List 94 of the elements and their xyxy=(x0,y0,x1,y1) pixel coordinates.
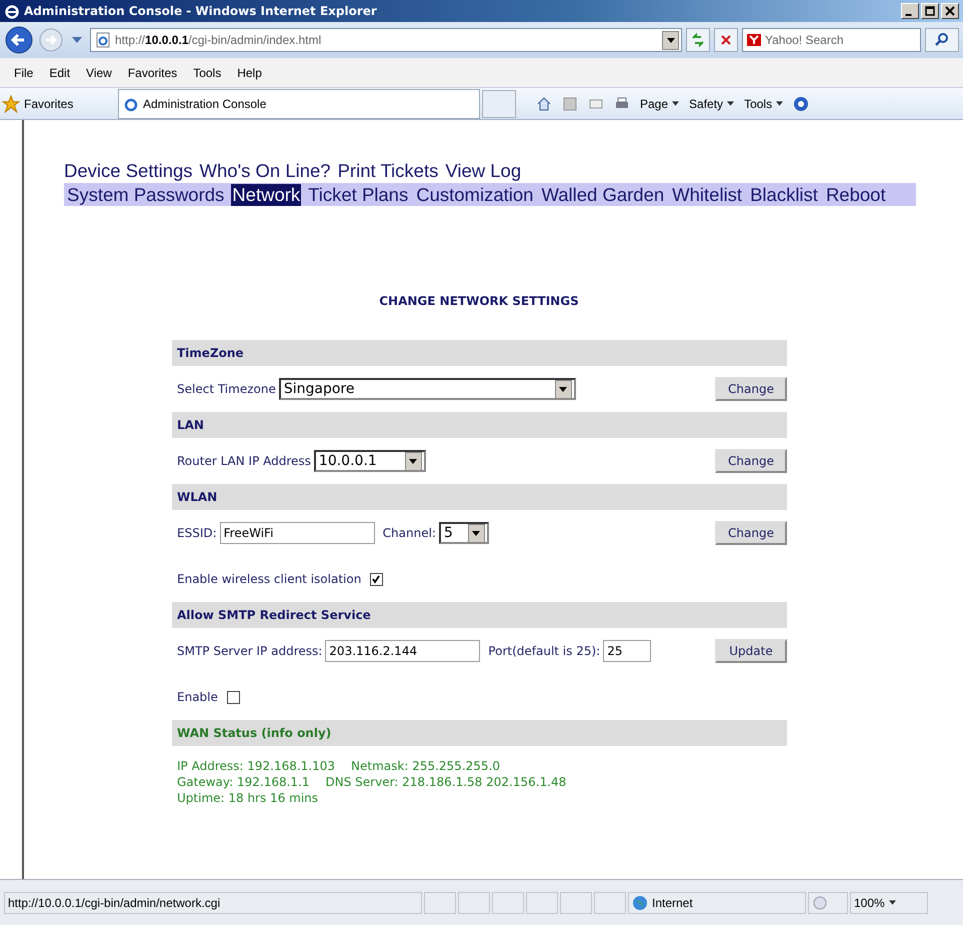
field-label: Router LAN IP Address xyxy=(177,454,311,468)
status-panel xyxy=(594,892,626,914)
action-button[interactable]: Update xyxy=(715,639,787,663)
menu-item[interactable]: Tools xyxy=(193,66,222,80)
nav-link[interactable]: Device Settings xyxy=(64,160,193,183)
search-icon xyxy=(934,32,950,48)
menu-item[interactable]: File xyxy=(14,66,34,80)
caret-icon xyxy=(776,101,784,106)
page-heading: CHANGE NETWORK SETTINGS xyxy=(378,294,580,308)
caret-icon xyxy=(888,900,896,905)
field-label: Enable wireless client isolation xyxy=(177,572,362,586)
menu-item[interactable]: View xyxy=(86,66,112,80)
field-label: Enable xyxy=(177,690,218,704)
search-button[interactable] xyxy=(925,28,959,52)
section-header: Allow SMTP Redirect Service xyxy=(172,602,787,628)
close-icon xyxy=(944,5,956,17)
field-label: Channel: xyxy=(382,526,436,540)
zoom-level[interactable]: 100% xyxy=(850,892,928,914)
action-button[interactable]: Change xyxy=(715,449,787,473)
minimize-icon xyxy=(905,14,912,16)
nav-tab[interactable]: Blacklist xyxy=(749,184,819,206)
dropdown-arrow-icon[interactable] xyxy=(72,37,82,43)
nav-tab[interactable]: Whitelist xyxy=(671,184,744,206)
nav-link[interactable]: Who's On Line? xyxy=(200,160,331,183)
field-label: ESSID: xyxy=(177,526,217,540)
checkbox[interactable] xyxy=(370,572,384,586)
stop-button[interactable] xyxy=(714,28,738,52)
input-field[interactable]: FreeWiFi xyxy=(220,522,375,544)
field-label: Select Timezone xyxy=(177,382,276,396)
browser-tab[interactable]: Administration Console xyxy=(118,89,480,119)
close-button[interactable] xyxy=(941,3,959,19)
star-icon xyxy=(2,94,20,112)
command-menu[interactable]: Safety xyxy=(689,96,734,110)
home-icon[interactable] xyxy=(536,96,552,112)
caret-icon xyxy=(672,101,680,106)
section-header: WAN Status (info only) xyxy=(172,720,787,746)
status-url: http://10.0.0.1/cgi-bin/admin/network.cgi xyxy=(4,892,422,914)
nav-link[interactable]: Print Tickets xyxy=(338,160,438,183)
status-panel xyxy=(458,892,490,914)
caret-icon xyxy=(559,386,568,392)
action-button[interactable]: Change xyxy=(715,521,787,545)
dropdown[interactable]: Singapore xyxy=(278,378,576,400)
menu-item[interactable]: Favorites xyxy=(128,66,178,80)
browser-logo-icon xyxy=(4,3,20,19)
dropdown-button[interactable] xyxy=(662,30,679,50)
search-provider-icon xyxy=(747,34,761,46)
nav-link[interactable]: View Log xyxy=(445,160,522,183)
address-field[interactable]: http://10.0.0.1/cgi-bin/admin/index.html xyxy=(90,28,682,52)
nav-tab[interactable]: Customization xyxy=(415,184,534,206)
status-panel xyxy=(560,892,592,914)
globe-icon xyxy=(632,894,648,910)
section-header: WLAN xyxy=(172,484,787,510)
status-panel xyxy=(424,892,456,914)
checkbox[interactable] xyxy=(226,690,240,704)
search-placeholder: Yahoo! Search xyxy=(765,33,844,47)
status-text: DNS Server: 218.186.1.58 202.156.1.48 xyxy=(326,774,566,790)
window-title: Administration Console - Windows Internet Explorer xyxy=(24,4,378,18)
menu-item[interactable]: Help xyxy=(237,66,262,80)
help-icon[interactable] xyxy=(793,96,810,112)
status-text: Netmask: 255.255.255.0 xyxy=(351,758,500,774)
status-text: IP Address: 192.168.1.103 xyxy=(177,758,336,774)
nav-tab[interactable]: Reboot xyxy=(824,184,887,206)
maximize-icon xyxy=(924,5,936,17)
command-menu[interactable]: Tools xyxy=(744,96,784,110)
dropdown[interactable]: 10.0.0.1 xyxy=(314,450,426,472)
refresh-button[interactable] xyxy=(686,28,710,52)
security-zone: Internet xyxy=(628,892,806,914)
refresh-icon xyxy=(690,32,706,48)
maximize-button[interactable] xyxy=(921,3,939,19)
input-field[interactable]: 25 xyxy=(603,640,652,662)
caret-icon xyxy=(409,458,418,464)
nav-tab[interactable]: System Passwords xyxy=(66,184,226,206)
status-panel xyxy=(526,892,558,914)
search-field[interactable]: Yahoo! Search xyxy=(742,28,921,52)
field-label: SMTP Server IP address: xyxy=(177,644,322,658)
caret-icon xyxy=(472,530,480,536)
caret-icon xyxy=(727,101,734,106)
caret-icon xyxy=(666,38,674,42)
action-button[interactable]: Change xyxy=(715,377,787,401)
nav-tab[interactable]: Walled Garden xyxy=(540,184,666,206)
dropdown[interactable]: 5 xyxy=(438,522,489,544)
status-text: Gateway: 192.168.1.1 xyxy=(177,774,310,790)
input-field[interactable]: 203.116.2.144 xyxy=(325,640,480,662)
status-panel xyxy=(492,892,524,914)
section-header: TimeZone xyxy=(172,340,787,366)
command-menu[interactable]: Page xyxy=(640,96,680,110)
section-header: LAN xyxy=(172,412,787,438)
nav-tab[interactable]: Network xyxy=(231,184,302,206)
field-label: Port(default is 25): xyxy=(488,644,600,658)
minimize-button[interactable] xyxy=(901,3,919,19)
nav-tab[interactable]: Ticket Plans xyxy=(307,184,410,206)
menu-item[interactable]: Edit xyxy=(49,66,70,80)
status-text: Uptime: 18 hrs 16 mins xyxy=(177,790,318,806)
favorites-button[interactable]: Favorites xyxy=(0,94,118,112)
